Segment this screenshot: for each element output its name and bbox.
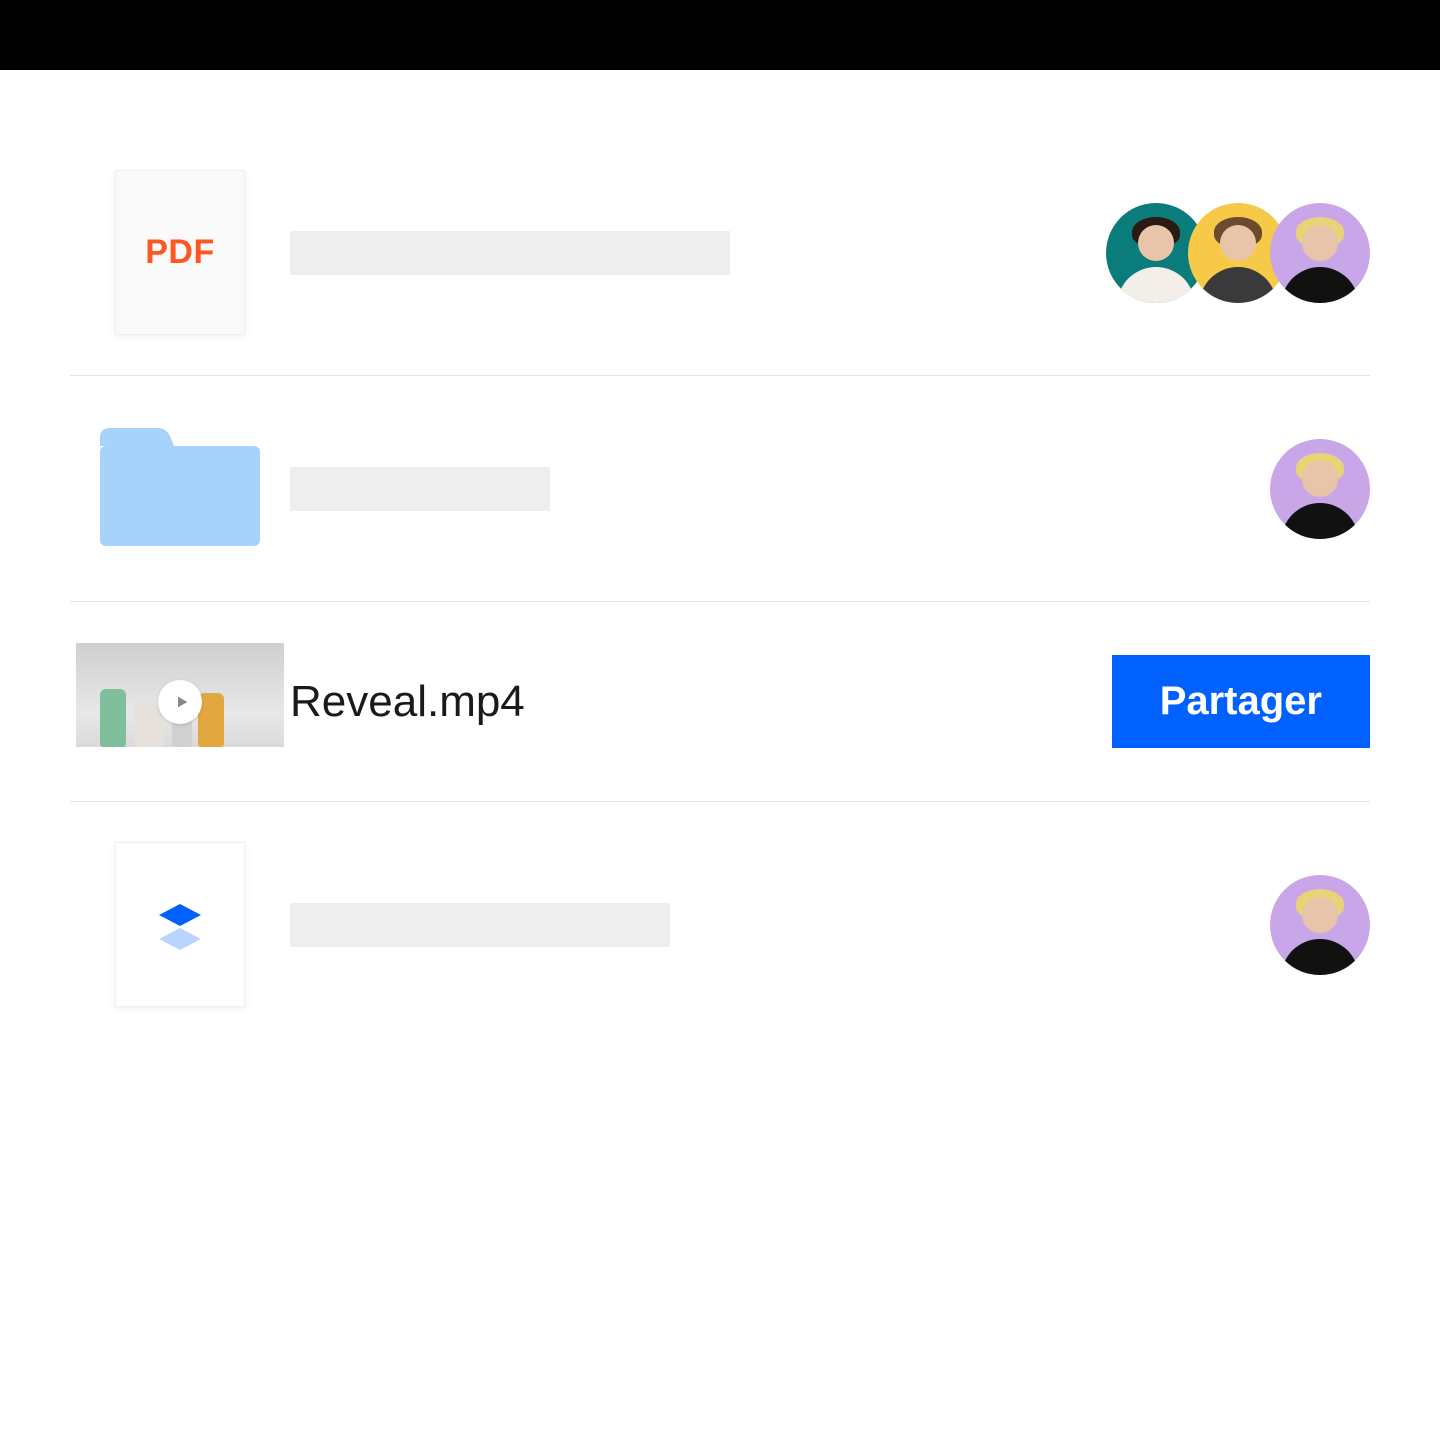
file-name-cell [290, 903, 1030, 947]
file-name-cell: Reveal.mp4 [290, 677, 1030, 727]
file-row-folder[interactable] [70, 376, 1370, 602]
file-row-pdf[interactable]: PDF [70, 130, 1370, 376]
folder-icon [90, 416, 270, 561]
collaborators-cell [1030, 439, 1370, 539]
play-icon [158, 680, 202, 724]
filename-placeholder [290, 467, 550, 511]
file-icon-cell: PDF [70, 170, 290, 335]
file-row-video[interactable]: Reveal.mp4 Partager [70, 602, 1370, 802]
avatar[interactable] [1270, 203, 1370, 303]
avatar-group [1270, 875, 1370, 975]
pdf-badge-label: PDF [145, 233, 215, 272]
file-row-dropbox-doc[interactable] [70, 802, 1370, 1047]
avatar[interactable] [1270, 439, 1370, 539]
file-icon-cell [70, 416, 290, 561]
filename-placeholder [290, 231, 730, 275]
file-list: PDF [0, 70, 1440, 1107]
collaborators-cell [1030, 203, 1370, 303]
video-thumbnail [76, 643, 284, 761]
file-name-cell [290, 231, 1030, 275]
action-cell: Partager [1030, 655, 1370, 748]
avatar[interactable] [1270, 875, 1370, 975]
pdf-file-icon: PDF [115, 170, 245, 335]
avatar-group [1270, 439, 1370, 539]
filename-placeholder [290, 903, 670, 947]
share-button[interactable]: Partager [1112, 655, 1370, 748]
dropbox-file-icon [115, 842, 245, 1007]
avatar-group [1106, 203, 1370, 303]
file-icon-cell [70, 643, 290, 761]
file-icon-cell [70, 842, 290, 1007]
letterbox-top [0, 0, 1440, 70]
collaborators-cell [1030, 875, 1370, 975]
file-name-label: Reveal.mp4 [290, 677, 525, 727]
file-name-cell [290, 467, 1030, 511]
